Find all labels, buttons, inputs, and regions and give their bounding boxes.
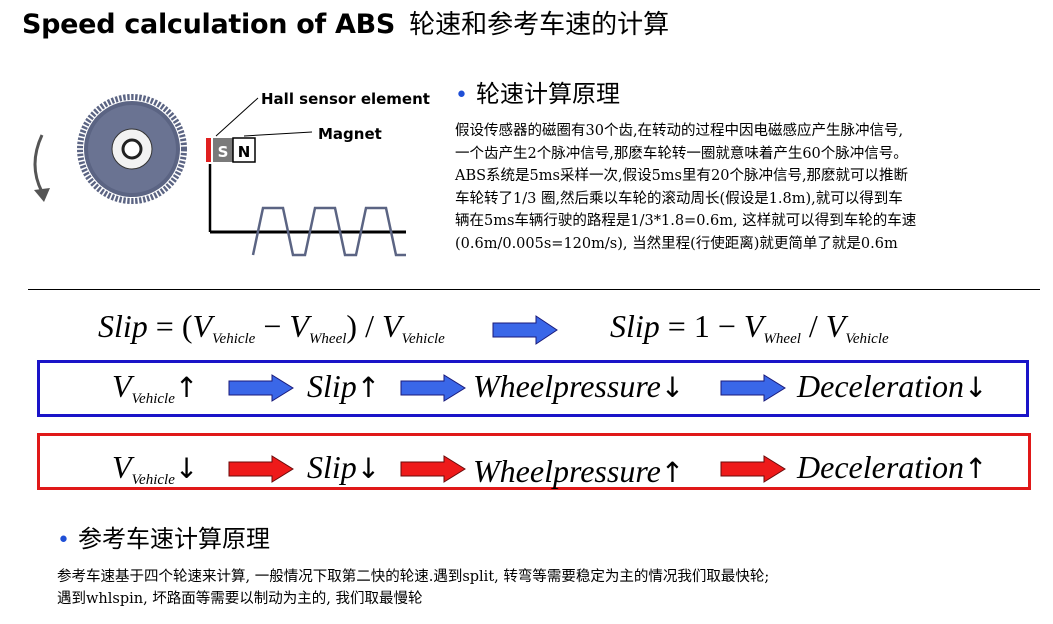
chain-red-arrow-3-icon <box>720 455 786 483</box>
section-divider <box>28 289 1040 290</box>
minus-text: − <box>263 308 282 344</box>
close-paren-text: ) / <box>346 308 382 344</box>
v-text: V <box>112 449 132 485</box>
chain-blue-arrow-1-icon <box>228 374 294 402</box>
wheel-subscript: Wheel <box>763 331 801 347</box>
chain-red-vehicle: VVehicle↓ <box>112 449 199 488</box>
chain-blue-arrow-3-icon <box>720 374 786 402</box>
deceleration-text: Deceleration <box>797 368 965 404</box>
vehicle-subscript: Vehicle <box>131 472 175 488</box>
n-pole-label: N <box>238 143 251 161</box>
up-arrow-icon: ↑ <box>660 456 685 489</box>
chain-red-arrow-2-icon <box>400 455 466 483</box>
wheelpressure-text: Wheelpressure <box>473 453 661 489</box>
chain-blue-arrow-2-icon <box>400 374 466 402</box>
magnet-label: Magnet <box>318 125 382 143</box>
v-text: V <box>743 308 764 344</box>
chain-red-deceleration: Deceleration↑ <box>797 449 988 486</box>
up-arrow-icon: ↑ <box>356 371 381 404</box>
up-arrow-icon: ↑ <box>964 452 988 485</box>
slip-text: Slip <box>307 368 357 404</box>
slip-formula-right: Slip = 1 − VWheel / VVehicle <box>610 308 889 347</box>
hall-sensor-label: Hall sensor element <box>261 90 430 108</box>
wheelpressure-text: Wheelpressure <box>473 368 661 404</box>
rotation-arrow-icon <box>33 134 50 202</box>
equals-text: = ( <box>155 308 193 344</box>
chain-blue-slip: Slip↑ <box>307 368 380 405</box>
wheel-subscript: Wheel <box>308 331 347 347</box>
vehicle-subscript: Vehicle <box>131 391 175 407</box>
down-arrow-icon: ↓ <box>660 371 685 404</box>
v-text: V <box>825 308 846 344</box>
v-text: V <box>381 308 402 344</box>
slip-text: Slip <box>307 449 357 485</box>
equals-one-minus-text: = 1 − <box>667 308 744 344</box>
down-arrow-icon: ↓ <box>356 452 381 485</box>
chain-blue-vehicle: VVehicle↑ <box>112 368 199 407</box>
gear-icon <box>77 94 187 204</box>
formula-arrow-icon <box>492 315 558 345</box>
hall-sensor-icon: S N <box>206 137 256 163</box>
slip-text: Slip <box>610 308 660 344</box>
divide-text: / <box>800 308 826 344</box>
vehicle-subscript: Vehicle <box>212 331 256 347</box>
wheel-speed-heading-text: 轮速计算原理 <box>475 80 620 108</box>
chain-red-arrow-1-icon <box>228 455 294 483</box>
chain-blue-deceleration: Deceleration↓ <box>797 368 988 405</box>
reference-speed-heading: • 参考车速计算原理 <box>57 519 270 554</box>
sensor-figure: S N Hall sensor element Magnet <box>33 90 430 257</box>
reference-speed-heading-text: 参考车速计算原理 <box>77 525 270 553</box>
vehicle-subscript: Vehicle <box>401 331 445 347</box>
page-title: Speed calculation of ABS 轮速和参考车速的计算 <box>22 4 669 41</box>
v-text: V <box>112 368 132 404</box>
chain-red-pressure: Wheelpressure↑ <box>473 453 684 490</box>
vehicle-subscript: Vehicle <box>845 331 889 347</box>
bullet-dot-icon: • <box>455 83 468 108</box>
wheel-speed-paragraph: 假设传感器的磁圈有30个齿,在转动的过程中因电磁感应产生脉冲信号, 一个齿产生2… <box>455 123 917 252</box>
chain-red-slip: Slip↓ <box>307 449 380 486</box>
down-arrow-icon: ↓ <box>174 452 199 485</box>
slip-text: Slip <box>98 308 148 344</box>
reference-speed-paragraph: 参考车速基于四个轮速来计算, 一般情况下取第二快的轮速.遇到split, 转弯等… <box>57 569 770 607</box>
deceleration-text: Deceleration <box>797 449 965 485</box>
title-english: Speed calculation of ABS <box>22 9 396 40</box>
down-arrow-icon: ↓ <box>964 371 988 404</box>
v-text: V <box>289 308 309 344</box>
chain-blue-pressure: Wheelpressure↓ <box>473 368 684 405</box>
wheel-speed-heading: • 轮速计算原理 <box>455 74 620 109</box>
v-text: V <box>192 308 213 344</box>
title-chinese: 轮速和参考车速的计算 <box>409 10 670 40</box>
bullet-dot-icon: • <box>57 528 70 553</box>
pulse-signal-graph <box>208 164 406 257</box>
s-pole-label: S <box>218 143 229 161</box>
slip-formula-left: Slip = (VVehicle − VWheel) / VVehicle <box>98 308 445 347</box>
up-arrow-icon: ↑ <box>174 371 199 404</box>
